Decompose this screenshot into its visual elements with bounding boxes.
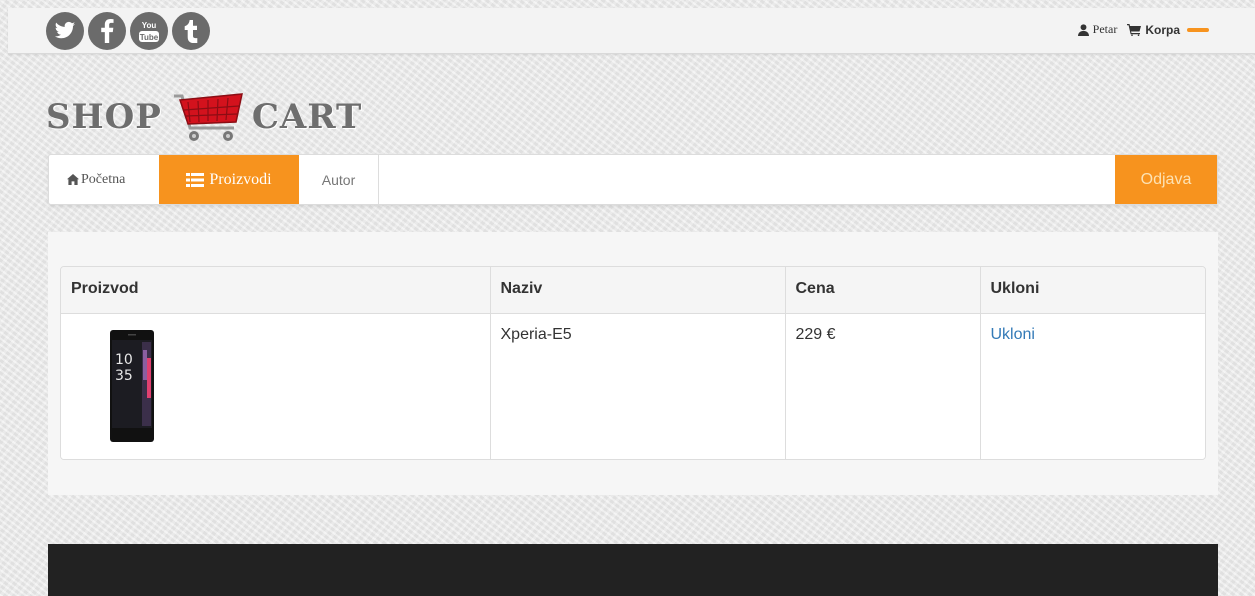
- nav-author-label: Autor: [321, 171, 356, 188]
- nav-products-label: Proizvodi: [209, 170, 272, 188]
- social-links: You Tube: [46, 12, 210, 50]
- column-header-product: Proizvod: [61, 267, 491, 314]
- table-row: 10 35 Xperia-E5 229 € Ukloni: [61, 313, 1205, 459]
- phone-time-hours: 10: [115, 352, 133, 368]
- main-navbar: Početna Proizvodi Autor Odjava: [48, 154, 1218, 205]
- user-icon: [1077, 23, 1089, 36]
- product-price: 229 €: [785, 313, 981, 459]
- column-header-remove: Ukloni: [980, 267, 1205, 314]
- logout-button[interactable]: Odjava: [1115, 155, 1217, 204]
- page: You Tube Petar Korpa SHOP CART Početna P…: [8, 8, 1255, 596]
- product-name: Xperia-E5: [490, 313, 786, 459]
- facebook-icon[interactable]: [88, 12, 126, 50]
- tumblr-icon[interactable]: [172, 12, 210, 50]
- remove-link[interactable]: Ukloni: [991, 326, 1035, 343]
- cart-count-badge: [1187, 27, 1209, 32]
- twitter-icon[interactable]: [46, 12, 84, 50]
- cart-table: Proizvod Naziv Cena Ukloni 10 35 Xperia-…: [60, 266, 1206, 460]
- cart-link[interactable]: Korpa: [1127, 23, 1209, 37]
- column-header-price: Cena: [785, 267, 981, 314]
- cart-panel: Proizvod Naziv Cena Ukloni 10 35 Xperia-…: [48, 232, 1218, 495]
- user-area: Petar Korpa: [1077, 22, 1209, 37]
- logo-text-left: SHOP: [46, 97, 162, 137]
- table-header-row: Proizvod Naziv Cena Ukloni: [61, 267, 1205, 314]
- user-name: Petar: [1092, 22, 1118, 36]
- nav-home[interactable]: Početna: [49, 155, 143, 204]
- remove-cell: Ukloni: [980, 313, 1205, 459]
- logout-label: Odjava: [1140, 170, 1192, 188]
- nav-home-label: Početna: [81, 171, 126, 187]
- logo-text-right: CART: [251, 97, 363, 137]
- product-image-cell: 10 35: [61, 313, 491, 459]
- youtube-label-top: You: [142, 21, 157, 30]
- site-logo[interactable]: SHOP CART: [46, 86, 362, 148]
- phone-time-minutes: 35: [115, 368, 133, 384]
- list-icon: [186, 172, 205, 187]
- home-icon: [67, 174, 79, 185]
- product-image: 10 35: [69, 323, 195, 448]
- shopping-cart-logo-icon: [173, 93, 243, 141]
- cart-icon: [1127, 23, 1142, 36]
- nav-products[interactable]: Proizvodi: [159, 155, 299, 204]
- nav-author[interactable]: Autor: [299, 155, 379, 204]
- column-header-name: Naziv: [490, 267, 786, 314]
- top-bar: You Tube Petar Korpa: [8, 8, 1255, 54]
- youtube-icon[interactable]: You Tube: [130, 12, 168, 50]
- youtube-label-bottom: Tube: [140, 33, 159, 42]
- user-link[interactable]: Petar: [1077, 22, 1118, 37]
- cart-label: Korpa: [1145, 22, 1180, 37]
- footer: [48, 544, 1218, 596]
